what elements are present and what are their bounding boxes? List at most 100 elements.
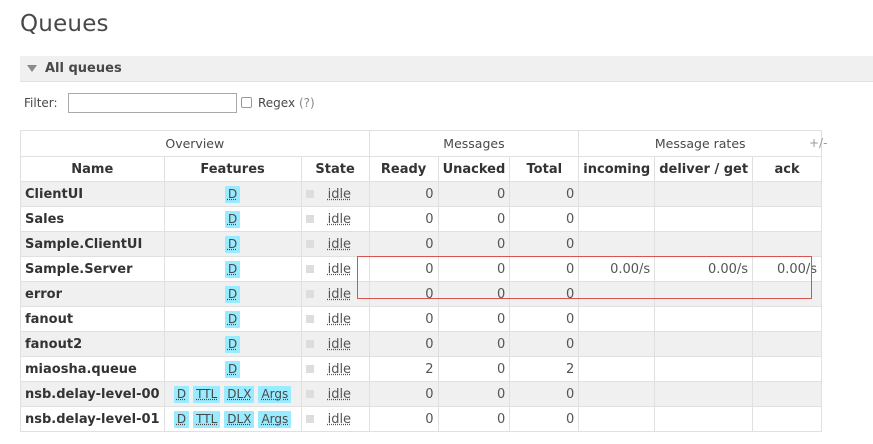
incoming-rate (578, 306, 656, 332)
ack-rate (752, 281, 823, 307)
collapse-triangle-icon (27, 65, 37, 72)
queue-name-link[interactable]: fanout2 (20, 331, 165, 357)
ack-rate (752, 381, 823, 407)
column-header-ready[interactable]: Ready (368, 156, 439, 182)
state-indicator-icon (305, 365, 314, 373)
all-queues-section-toggle[interactable]: All queues (20, 56, 873, 82)
incoming-rate (578, 281, 656, 307)
column-header-features[interactable]: Features (163, 156, 302, 182)
features-cell: D TTL DLX Args (163, 406, 302, 432)
state-indicator-icon (305, 240, 314, 248)
state-label: idle (327, 186, 352, 202)
state-indicator-icon (305, 340, 314, 348)
features-cell: D (163, 306, 302, 332)
queue-name-link[interactable]: Sales (20, 206, 165, 232)
features-cell: D (163, 331, 302, 357)
state-indicator-icon (305, 190, 314, 198)
ready-count: 0 (368, 406, 439, 432)
state-label: idle (327, 211, 352, 227)
ack-rate (752, 406, 823, 432)
unacked-count: 0 (437, 381, 511, 407)
queue-name-link[interactable]: Sample.ClientUI (20, 231, 165, 257)
feature-badge: D (224, 285, 241, 303)
ack-rate (752, 206, 823, 232)
total-count: 0 (509, 181, 580, 207)
deliver-get-rate (654, 231, 754, 257)
state-indicator-icon (305, 265, 314, 273)
deliver-get-rate (654, 281, 754, 307)
state-label: idle (327, 336, 352, 352)
column-header-deliver-get[interactable]: deliver / get (654, 156, 754, 182)
feature-badge: D (224, 185, 241, 203)
state-cell: idle (300, 406, 370, 432)
unacked-count: 0 (437, 356, 511, 382)
queue-name-link[interactable]: miaosha.queue (20, 356, 165, 382)
deliver-get-rate (654, 206, 754, 232)
queue-row: fanout Didle 0 0 0 (20, 306, 823, 332)
state-label: idle (327, 311, 352, 327)
total-count: 0 (509, 306, 580, 332)
ready-count: 2 (368, 356, 439, 382)
deliver-get-rate (654, 331, 754, 357)
queue-row: error Didle 0 0 0 (20, 281, 823, 307)
feature-badge: D (224, 210, 241, 228)
unacked-count: 0 (437, 231, 511, 257)
feature-badge: D (224, 260, 241, 278)
group-header-overview: Overview (20, 130, 370, 157)
state-cell: idle (300, 381, 370, 407)
column-header-name[interactable]: Name (20, 156, 165, 182)
state-indicator-icon (305, 390, 314, 398)
queue-name-link[interactable]: nsb.delay-level-00 (20, 381, 165, 407)
column-toggle-link[interactable]: +/- (809, 136, 827, 150)
feature-badge: D (173, 410, 190, 428)
state-cell: idle (300, 281, 370, 307)
ready-count: 0 (368, 381, 439, 407)
queue-row: nsb.delay-level-01 D TTL DLX Args idle 0 0 0 (20, 406, 823, 432)
regex-label: Regex (258, 96, 296, 110)
regex-help-link[interactable]: (?) (299, 96, 315, 110)
state-cell: idle (300, 356, 370, 382)
feature-badge: DLX (224, 410, 255, 428)
state-label: idle (327, 261, 352, 277)
features-cell: D (163, 356, 302, 382)
ack-rate (752, 181, 823, 207)
feature-badge: D (224, 310, 241, 328)
feature-badge: TTL (193, 385, 221, 403)
regex-checkbox[interactable] (241, 97, 252, 108)
filter-input[interactable] (68, 93, 237, 113)
column-header-unacked[interactable]: Unacked (437, 156, 511, 182)
unacked-count: 0 (437, 331, 511, 357)
queue-name-link[interactable]: ClientUI (20, 181, 165, 207)
total-count: 0 (509, 281, 580, 307)
features-cell: D (163, 281, 302, 307)
state-cell: idle (300, 256, 370, 282)
incoming-rate (578, 331, 656, 357)
total-count: 0 (509, 381, 580, 407)
unacked-count: 0 (437, 206, 511, 232)
column-header-ack[interactable]: ack (752, 156, 823, 182)
state-cell: idle (300, 231, 370, 257)
queue-row: ClientUI Didle 0 0 0 (20, 181, 823, 207)
ready-count: 0 (368, 181, 439, 207)
incoming-rate: 0.00/s (578, 256, 656, 282)
queue-name-link[interactable]: error (20, 281, 165, 307)
queue-name-link[interactable]: fanout (20, 306, 165, 332)
page-title: Queues (20, 11, 109, 37)
feature-badge: D (224, 360, 241, 378)
column-header-incoming[interactable]: incoming (578, 156, 656, 182)
total-count: 0 (509, 256, 580, 282)
deliver-get-rate (654, 356, 754, 382)
queue-name-link[interactable]: Sample.Server (20, 256, 165, 282)
features-cell: D (163, 231, 302, 257)
unacked-count: 0 (437, 306, 511, 332)
total-count: 0 (509, 231, 580, 257)
total-count: 2 (509, 356, 580, 382)
total-count: 0 (509, 331, 580, 357)
queues-table: Overview Messages Message rates Name Feat… (20, 130, 823, 432)
column-header-state[interactable]: State (300, 156, 370, 182)
column-header-total[interactable]: Total (509, 156, 580, 182)
incoming-rate (578, 356, 656, 382)
state-label: idle (327, 411, 352, 427)
queue-name-link[interactable]: nsb.delay-level-01 (20, 406, 165, 432)
ready-count: 0 (368, 281, 439, 307)
